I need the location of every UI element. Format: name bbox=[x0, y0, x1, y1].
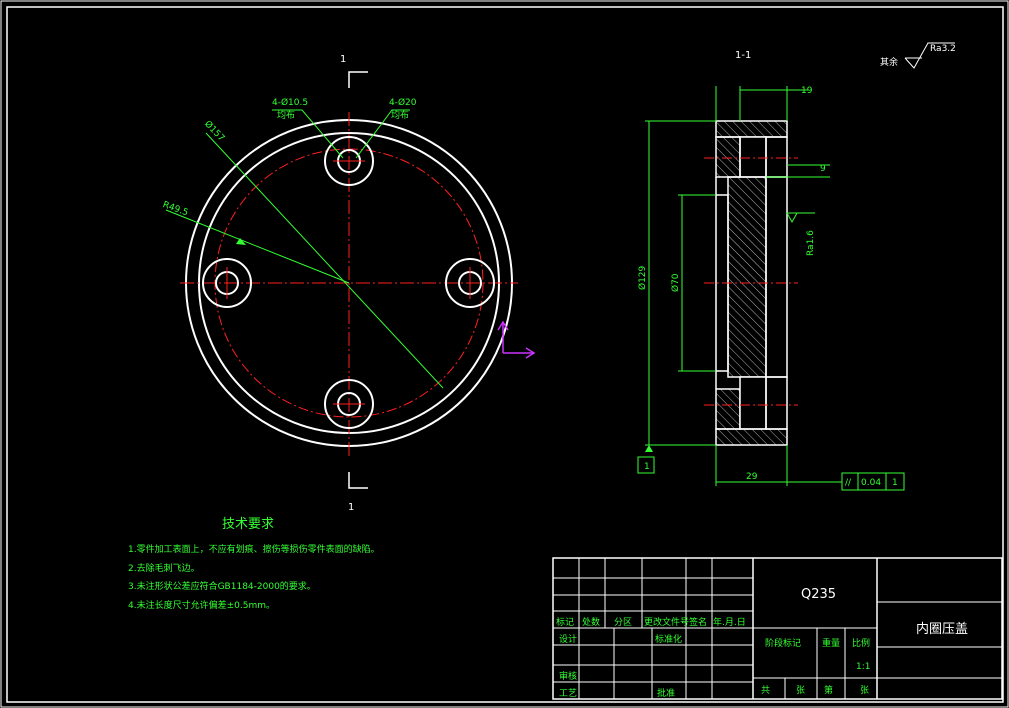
tb-date: 年.月.日 bbox=[713, 618, 746, 628]
tb-approve: 批准 bbox=[657, 689, 676, 699]
roughness-side: Ra1.6 bbox=[806, 230, 816, 256]
section-label-top: 1 bbox=[340, 54, 346, 65]
section-mark-top bbox=[348, 71, 368, 88]
pcd-label: R49.5 bbox=[161, 200, 189, 218]
tb-design: 设计 bbox=[559, 635, 578, 645]
tb-total: 共 bbox=[761, 686, 771, 696]
tb-process: 工艺 bbox=[559, 689, 578, 699]
pcd-leader bbox=[165, 209, 350, 284]
tolerance-frame: // 0.04 1 bbox=[841, 472, 905, 491]
big-hole-label: 4-Ø20 bbox=[389, 97, 417, 108]
datum-label: 1 bbox=[644, 462, 650, 472]
section-lower-left bbox=[715, 388, 741, 430]
tb-count: 处数 bbox=[582, 618, 601, 628]
tb-change-doc: 更改文件号 bbox=[644, 618, 690, 628]
dim-inner: Ø70 bbox=[670, 273, 681, 292]
section-label-bottom: 1 bbox=[348, 502, 354, 513]
section-upper-left bbox=[715, 136, 741, 178]
tech-requirements-title: 技术要求 bbox=[222, 517, 275, 532]
small-hole-label: 4-Ø10.5 bbox=[272, 97, 308, 108]
tech-note-3: 3.未注形状公差应符合GB1184-2000的要求。 bbox=[128, 582, 316, 592]
dim-top-width: 19 bbox=[801, 86, 813, 96]
tech-note-2: 2.去除毛刺飞边。 bbox=[128, 564, 200, 574]
dim-step: 9 bbox=[820, 164, 826, 174]
section-lower-flange bbox=[715, 428, 788, 446]
tb-scale-label: 比例 bbox=[852, 639, 871, 649]
tolerance-value: 0.04 bbox=[861, 478, 881, 488]
tb-zone: 分区 bbox=[614, 618, 633, 628]
tolerance-symbol: // bbox=[845, 478, 852, 488]
dim-total-width: 29 bbox=[746, 472, 758, 482]
roughness-value: Ra3.2 bbox=[930, 44, 956, 54]
tb-scale: 1:1 bbox=[856, 662, 871, 672]
big-hole-note: 均布 bbox=[391, 109, 409, 121]
tolerance-datum: 1 bbox=[892, 478, 898, 488]
tech-note-1: 1.零件加工表面上，不应有划痕、擦伤等损伤零件表面的缺陷。 bbox=[128, 545, 380, 555]
tb-stage-mark: 阶段标记 bbox=[765, 639, 802, 649]
section-upper-hole bbox=[739, 136, 767, 178]
tb-sign: 签名 bbox=[689, 618, 708, 628]
tb-part-name: 内圈压盖 bbox=[916, 622, 969, 637]
outer-dia-label: Ø157 bbox=[202, 119, 227, 144]
tb-standardization: 标准化 bbox=[655, 635, 683, 645]
section-upper-flange bbox=[715, 120, 788, 138]
section-right-face bbox=[765, 176, 788, 378]
ucs-icon bbox=[497, 320, 536, 359]
section-title: 1-1 bbox=[735, 50, 751, 61]
tb-material: Q235 bbox=[801, 587, 837, 602]
tb-mark: 标记 bbox=[556, 618, 575, 628]
tb-no: 第 bbox=[824, 686, 834, 696]
tb-sheets2: 张 bbox=[860, 686, 870, 696]
section-upper-right bbox=[765, 136, 788, 178]
small-hole-note: 均布 bbox=[277, 109, 295, 121]
section-lower-hole bbox=[739, 376, 767, 430]
section-mark-bottom bbox=[348, 472, 368, 489]
general-roughness: 其余 Ra3.2 bbox=[880, 42, 956, 69]
tb-sheets: 张 bbox=[796, 686, 806, 696]
front-view: 1 1 4-Ø10.5 均布 4-Ø20 均布 Ø157 R49.5 bbox=[161, 54, 536, 513]
tb-review: 审核 bbox=[559, 672, 578, 682]
dim-height: Ø129 bbox=[637, 265, 648, 290]
section-view: 1-1 1 19 9 Ø129 Ø70 29 Ra1.6 // 0.04 1 bbox=[637, 50, 905, 491]
roughness-prefix: 其余 bbox=[880, 56, 898, 68]
tb-weight: 重量 bbox=[822, 639, 841, 649]
tech-note-4: 4.未注长度尺寸允许偏差±0.5mm。 bbox=[128, 601, 275, 611]
section-body bbox=[727, 176, 767, 378]
section-lower-right bbox=[765, 376, 788, 430]
outer-dia-leader bbox=[205, 132, 444, 389]
